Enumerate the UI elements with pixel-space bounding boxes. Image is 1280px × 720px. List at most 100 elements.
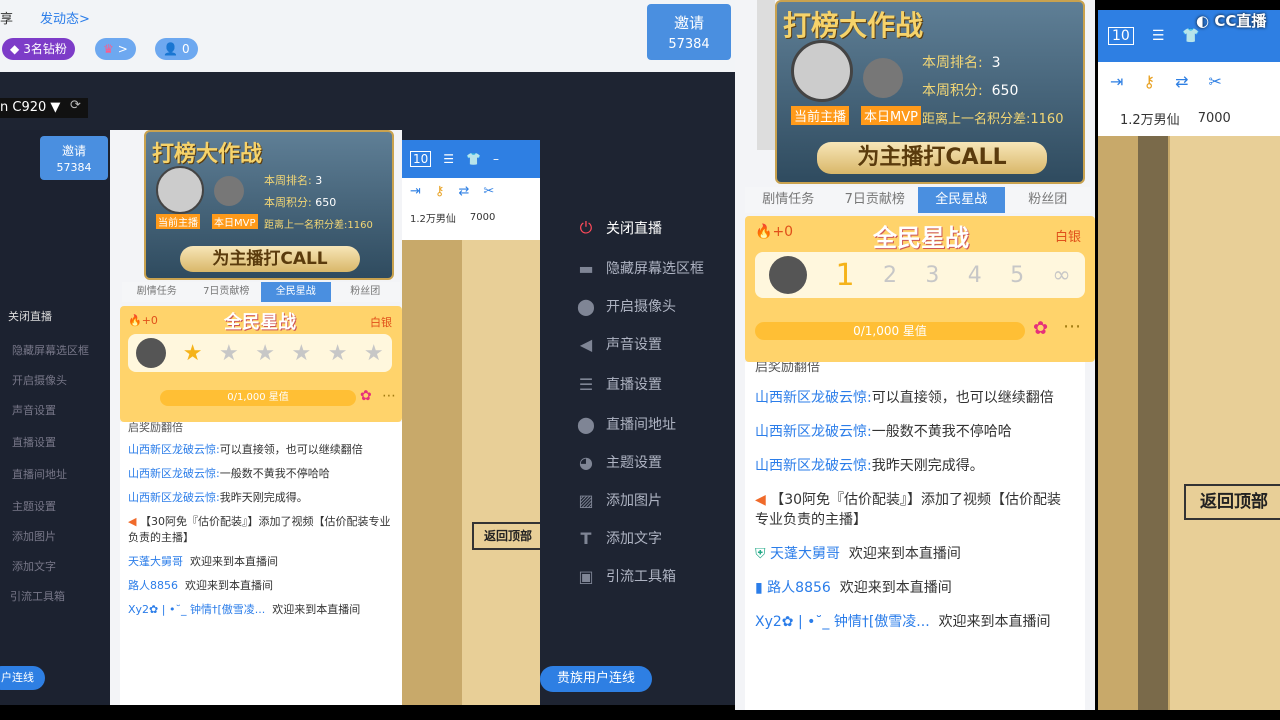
menu-camera[interactable]: ⬤ 开启摄像头	[576, 296, 676, 316]
menu-hide-frame[interactable]: ▬ 隐藏屏幕选区框	[576, 258, 704, 278]
key-icon[interactable]: ⚷	[1143, 72, 1155, 91]
mvp-avatar	[863, 58, 903, 98]
nested-menu-item[interactable]: 隐藏屏幕选区框	[12, 342, 89, 358]
diamond-icon: ◆	[10, 42, 20, 56]
toolbox-icon: ▣	[578, 566, 594, 586]
star-icon: ∞	[1052, 262, 1071, 288]
more-icon[interactable]: ⋯	[1063, 316, 1081, 337]
chat-welcome: ▮ 路人8856 欢迎来到本直播间	[755, 580, 952, 596]
menu-sound[interactable]: ◀ 声音设置	[576, 334, 662, 354]
host-avatar	[791, 40, 853, 102]
tab-starwar[interactable]: 全民星战	[261, 282, 331, 302]
translate-icon[interactable]: ⇄	[1175, 72, 1188, 91]
login-icon[interactable]: ⇥	[1110, 72, 1123, 91]
level-badge[interactable]: ♛ >	[95, 38, 136, 60]
fire-icon: 🔥	[128, 314, 142, 327]
chat-system: ◀ 【30阿免『估价配装』】添加了视频【估价配装专业负责的主播】	[128, 515, 391, 544]
back-to-top-button[interactable]: 返回顶部	[1184, 484, 1280, 520]
scissors-icon[interactable]: ✂	[1209, 72, 1222, 91]
star-icon: ★	[363, 340, 384, 366]
post-dynamic-link[interactable]: 发动态>	[40, 8, 90, 27]
card-icon: ▮	[755, 580, 763, 596]
minimize-icon[interactable]: –	[493, 152, 499, 166]
menu-toolbox[interactable]: ▣ 引流工具箱	[576, 566, 676, 586]
cc-logo-icon: ◐	[1196, 12, 1210, 30]
tab-starwar[interactable]: 全民星战	[918, 187, 1005, 213]
bookmark-item[interactable]: 1.2万男仙	[410, 210, 456, 225]
tab-weekly[interactable]: 7日贡献榜	[192, 282, 262, 302]
menu-icon[interactable]: ☰	[1152, 28, 1165, 44]
fire-icon: 🔥	[755, 224, 773, 240]
pinwheel-icon[interactable]: ✿	[360, 388, 372, 404]
nested-invite-button[interactable]: 邀请 57384	[40, 136, 108, 180]
nested-menu-item[interactable]: 添加图片	[12, 528, 56, 544]
tab-count-icon[interactable]: 10	[1108, 27, 1134, 45]
nested-live-panel: 打榜大作战 本周排名: 3 本周积分: 650 当前主播 本日MVP 距离上一名…	[110, 130, 402, 705]
palette-icon: ◕	[579, 452, 593, 472]
translate-icon[interactable]: ⇄	[458, 184, 469, 199]
scissors-icon[interactable]: ✂	[483, 184, 494, 199]
diamond-fans-badge[interactable]: ◆ 3名钻粉	[2, 38, 75, 60]
star-icon: 2	[882, 262, 897, 288]
more-icon[interactable]: ⋯	[382, 388, 396, 404]
call-button[interactable]: 为主播打CALL	[817, 142, 1047, 174]
user-icon: 👤	[163, 42, 178, 56]
nested-menu-item[interactable]: 直播间地址	[12, 466, 67, 482]
tab-story[interactable]: 剧情任务	[122, 282, 192, 302]
key-icon[interactable]: ⚷	[435, 184, 445, 199]
refresh-icon[interactable]: ⟳	[70, 98, 81, 113]
nested-chat: 启奖励翻倍 山西新区龙破云惊:可以直接领，也可以继续翻倍 山西新区龙破云惊:一般…	[120, 422, 402, 705]
speaker-icon: ◀	[755, 492, 766, 508]
nested-call-button[interactable]: 为主播打CALL	[180, 246, 360, 272]
chat-message: 山西新区龙破云惊:我昨天刚完成得。	[128, 491, 308, 504]
nested-menu-item[interactable]: 引流工具箱	[10, 588, 65, 604]
tab-weekly[interactable]: 7日贡献榜	[832, 187, 919, 213]
screen-icon: ▬	[578, 258, 594, 278]
menu-room-address[interactable]: ⬤ 直播间地址	[576, 414, 676, 434]
invite-button[interactable]: 邀请 57384	[647, 4, 731, 60]
chat-welcome: Xy2✿ | •˘_ 钟情†[傲雪凌... 欢迎来到本直播间	[755, 614, 1051, 630]
nested-menu-item[interactable]: 开启摄像头	[12, 372, 67, 388]
tab-story[interactable]: 剧情任务	[745, 187, 832, 213]
chat-welcome: 天蓬大舅哥 欢迎来到本直播间	[128, 555, 278, 568]
noble-link-button[interactable]: 贵族用户连线	[540, 666, 652, 692]
bookmark-item[interactable]: 7000	[470, 212, 495, 223]
nested-menu-item[interactable]: 关闭直播	[8, 308, 52, 324]
nested-menu-item[interactable]: 主题设置	[12, 498, 56, 514]
menu-add-image[interactable]: ▨ 添加图片	[576, 490, 662, 510]
pinwheel-icon[interactable]: ✿	[1033, 318, 1048, 339]
menu-close-live[interactable]: ⏻ 关闭直播	[576, 218, 662, 238]
shield-icon: ⛨	[755, 546, 766, 562]
star-icon: ★	[255, 340, 275, 366]
star-icon: ★	[182, 340, 203, 366]
chat-message: 山西新区龙破云惊:一般数不黄我不停哈哈	[755, 424, 1012, 440]
chat-welcome: Xy2✿ | •˘_ 钟情†[傲雪凌... 欢迎来到本直播间	[128, 603, 361, 616]
chat-list: 启奖励翻倍 山西新区龙破云惊:可以直接领，也可以继续翻倍 山西新区龙破云惊:一般…	[745, 362, 1085, 710]
game-area: 返回顶部	[1098, 136, 1280, 710]
shirt-icon[interactable]: 👕	[466, 152, 481, 166]
viewer-badge[interactable]: 👤 0	[155, 38, 198, 60]
star-icon: 3	[925, 262, 940, 288]
menu-icon[interactable]: ☰	[443, 152, 454, 166]
nested-back-to-top-button[interactable]: 返回顶部	[472, 522, 544, 550]
tab-count-icon[interactable]: 10	[410, 151, 432, 167]
bookmark-item[interactable]: 1.2万男仙	[1120, 109, 1180, 128]
tab-fans[interactable]: 粉丝团	[331, 282, 401, 302]
menu-theme[interactable]: ◕ 主题设置	[576, 452, 662, 472]
speaker-icon: ◀	[579, 334, 593, 354]
star-icon: ★	[327, 340, 348, 366]
tab-fans[interactable]: 粉丝团	[1005, 187, 1092, 213]
nested-noble-link-button[interactable]: 户连线	[0, 666, 45, 690]
nested-browser: 10 ☰ 👕 – ⇥ ⚷ ⇄ ✂ 1.2万男仙 7000	[402, 140, 540, 240]
mvp-avatar	[214, 176, 244, 206]
login-icon[interactable]: ⇥	[410, 184, 421, 199]
rank-banner: 打榜大作战 本周排名: 3 本周积分: 650 当前主播 本日MVP 距离上一名…	[775, 0, 1085, 184]
nested-star-card: 🔥+0 全民星战 白银 ★ ★ ★ ★ ★ ★ 0/1,000 星值 ✿ ⋯	[120, 306, 402, 422]
nested-menu-item[interactable]: 直播设置	[12, 434, 56, 450]
nested-menu-item[interactable]: 添加文字	[12, 558, 56, 574]
nested-menu: 邀请 57384 关闭直播 隐藏屏幕选区框 开启摄像头 声音设置 直播设置 直播…	[0, 130, 110, 705]
nested-menu-item[interactable]: 声音设置	[12, 402, 56, 418]
menu-live-settings[interactable]: ☰ 直播设置	[576, 374, 662, 394]
bookmark-item[interactable]: 7000	[1198, 111, 1231, 126]
menu-add-text[interactable]: T 添加文字	[576, 528, 662, 548]
